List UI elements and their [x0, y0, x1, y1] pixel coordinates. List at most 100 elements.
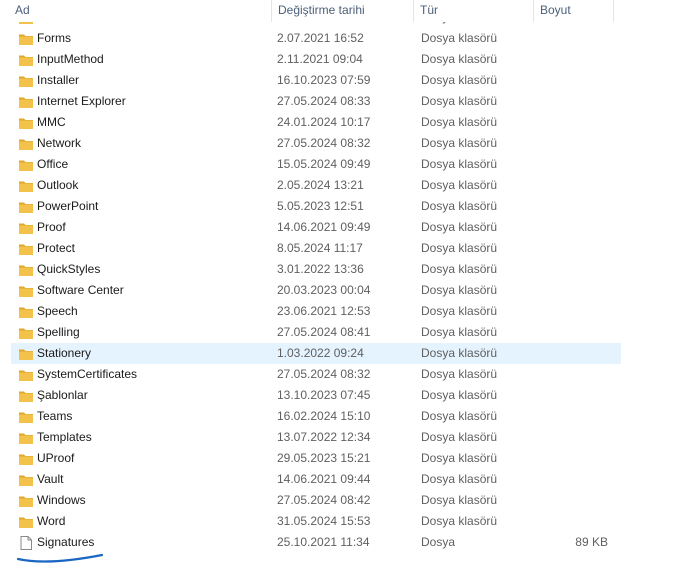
- file-type: Dosya: [421, 535, 456, 549]
- folder-row[interactable]: QuickStyles 3.01.2022 13:36 Dosya klasörü: [11, 259, 621, 280]
- file-date-modified: 8.05.2024 11:17: [277, 241, 363, 255]
- folder-row[interactable]: PowerPoint 5.05.2023 12:51 Dosya klasörü: [11, 196, 621, 217]
- file-size: [532, 176, 608, 195]
- folder-icon: [19, 34, 33, 45]
- column-header-size[interactable]: Boyut: [533, 0, 614, 22]
- file-name: Protect: [37, 241, 76, 255]
- file-type: Dosya klasörü: [421, 472, 498, 486]
- folder-row[interactable]: Office 15.05.2024 09:49 Dosya klasörü: [11, 154, 621, 175]
- folder-row[interactable]: MMC 24.01.2024 10:17 Dosya klasörü: [11, 112, 621, 133]
- file-size: [532, 113, 608, 132]
- file-type: Dosya klasörü: [421, 262, 498, 276]
- file-explorer-list: Ad Değiştirme tarihi Tür Boyut Excel9.06…: [0, 0, 685, 564]
- folder-row[interactable]: InputMethod 2.11.2021 09:04 Dosya klasörü: [11, 49, 621, 70]
- file-name: Proof: [37, 220, 66, 234]
- file-type: Dosya klasörü: [421, 241, 498, 255]
- folder-icon: [19, 160, 33, 171]
- folder-row[interactable]: Teams 16.02.2024 15:10 Dosya klasörü: [11, 406, 621, 427]
- file-name: Network: [37, 136, 82, 150]
- file-size: [532, 428, 608, 447]
- column-header-type[interactable]: Tür: [413, 0, 533, 22]
- folder-row[interactable]: Spelling 27.05.2024 08:41 Dosya klasörü: [11, 322, 621, 343]
- folder-row[interactable]: Installer 16.10.2023 07:59 Dosya klasörü: [11, 70, 621, 91]
- file-size: [532, 407, 608, 426]
- file-name: Internet Explorer: [37, 94, 126, 108]
- file-size: [532, 449, 608, 468]
- file-size: [532, 239, 608, 258]
- folder-icon: [19, 139, 33, 150]
- folder-row[interactable]: Proof 14.06.2021 09:49 Dosya klasörü: [11, 217, 621, 238]
- folder-icon: [19, 517, 33, 528]
- file-icon: [20, 536, 32, 550]
- file-date-modified: 16.02.2024 15:10: [277, 409, 371, 423]
- file-type: Dosya klasörü: [421, 325, 498, 339]
- file-date-modified: 27.05.2024 08:41: [277, 325, 371, 339]
- file-size: [532, 491, 608, 510]
- file-type: Dosya klasörü: [421, 73, 498, 87]
- folder-row[interactable]: Şablonlar 13.10.2023 07:45 Dosya klasörü: [11, 385, 621, 406]
- folder-row[interactable]: Speech 23.06.2021 12:53 Dosya klasörü: [11, 301, 621, 322]
- folder-row[interactable]: UProof 29.05.2023 15:21 Dosya klasörü: [11, 448, 621, 469]
- file-name: Stationery: [37, 346, 92, 360]
- folder-row[interactable]: Windows 27.05.2024 08:42 Dosya klasörü: [11, 490, 621, 511]
- file-date-modified: 2.05.2024 13:21: [277, 178, 364, 192]
- file-name: Installer: [37, 73, 80, 87]
- file-name: Şablonlar: [37, 388, 88, 402]
- folder-row[interactable]: Network 27.05.2024 08:32 Dosya klasörü: [11, 133, 621, 154]
- file-date-modified: 3.01.2022 13:36: [277, 262, 364, 276]
- folder-icon: [19, 55, 33, 66]
- folder-row[interactable]: Forms 2.07.2021 16:52 Dosya klasörü: [11, 28, 621, 49]
- column-header-date-modified[interactable]: Değiştirme tarihi: [271, 0, 413, 22]
- file-rows: Excel9.06.2024 14:01Dosya klasörüForms2.…: [0, 7, 685, 553]
- file-name: Speech: [37, 304, 78, 318]
- column-header-name[interactable]: Ad: [9, 0, 271, 22]
- folder-row[interactable]: Stationery 1.03.2022 09:24 Dosya klasörü: [11, 343, 621, 364]
- folder-row[interactable]: Word 31.05.2024 15:53 Dosya klasörü: [11, 511, 621, 532]
- folder-icon: [19, 223, 33, 234]
- folder-row[interactable]: Protect 8.05.2024 11:17 Dosya klasörü: [11, 238, 621, 259]
- folder-icon: [19, 307, 33, 318]
- folder-icon: [19, 433, 33, 444]
- folder-icon: [19, 391, 33, 402]
- file-type: Dosya klasörü: [421, 514, 498, 528]
- folder-row[interactable]: Vault 14.06.2021 09:44 Dosya klasörü: [11, 469, 621, 490]
- file-type: Dosya klasörü: [421, 199, 498, 213]
- file-name: SystemCertificates: [37, 367, 138, 381]
- file-date-modified: 24.01.2024 10:17: [277, 115, 371, 129]
- file-type: Dosya klasörü: [421, 157, 498, 171]
- file-size: [532, 71, 608, 90]
- folder-icon: [19, 412, 33, 423]
- file-type: Dosya klasörü: [421, 136, 498, 150]
- file-name: PowerPoint: [37, 199, 99, 213]
- file-size: [532, 197, 608, 216]
- file-name: Word: [37, 514, 66, 528]
- file-size: [532, 155, 608, 174]
- folder-icon: [19, 454, 33, 465]
- folder-icon: [19, 328, 33, 339]
- file-name: Signatures: [37, 535, 95, 549]
- folder-icon: [19, 76, 33, 87]
- file-date-modified: 14.06.2021 09:44: [277, 472, 371, 486]
- file-type: Dosya klasörü: [421, 31, 498, 45]
- file-type: Dosya klasörü: [421, 304, 498, 318]
- file-row[interactable]: Signatures 25.10.2021 11:34 Dosya 89 KB: [11, 532, 621, 553]
- file-type: Dosya klasörü: [421, 52, 498, 66]
- folder-icon: [19, 286, 33, 297]
- file-type: Dosya klasörü: [421, 409, 498, 423]
- file-size: [532, 134, 608, 153]
- file-name: Teams: [37, 409, 73, 423]
- folder-icon: [19, 370, 33, 381]
- folder-row[interactable]: Software Center 20.03.2023 00:04 Dosya kla…: [11, 280, 621, 301]
- folder-row[interactable]: SystemCertificates 27.05.2024 08:32 Dosya …: [11, 364, 621, 385]
- file-name: Forms: [37, 31, 71, 45]
- file-date-modified: 2.11.2021 09:04: [277, 52, 363, 66]
- folder-icon: [19, 244, 33, 255]
- file-date-modified: 27.05.2024 08:32: [277, 136, 371, 150]
- folder-row[interactable]: Internet Explorer 27.05.2024 08:33 Dosya k…: [11, 91, 621, 112]
- file-type: Dosya klasörü: [421, 493, 498, 507]
- file-size: [532, 323, 608, 342]
- file-size: [532, 260, 608, 279]
- folder-row[interactable]: Templates 13.07.2022 12:34 Dosya klasörü: [11, 427, 621, 448]
- folder-icon: [19, 97, 33, 108]
- folder-row[interactable]: Outlook 2.05.2024 13:21 Dosya klasörü: [11, 175, 621, 196]
